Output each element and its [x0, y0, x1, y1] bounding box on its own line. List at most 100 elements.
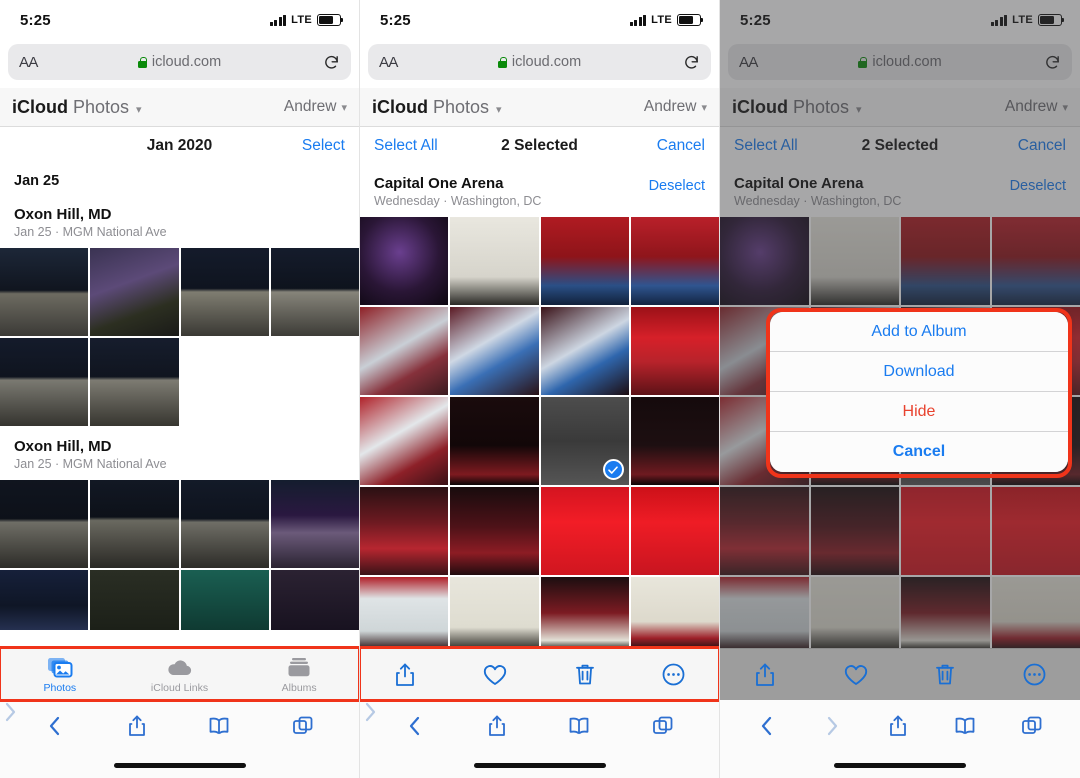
action-sheet-option-add-to-album[interactable]: Add to Album: [770, 312, 1068, 352]
heart-icon[interactable]: [482, 663, 508, 687]
more-ellipsis-icon[interactable]: [661, 662, 686, 687]
photo-thumbnail[interactable]: [450, 577, 539, 650]
cloud-icon: [166, 656, 194, 680]
section-title: Jan 25: [14, 173, 60, 189]
photo-thumbnail[interactable]: [630, 397, 719, 486]
photo-thumbnail[interactable]: [90, 570, 179, 631]
share-icon[interactable]: [888, 714, 908, 738]
section-subtitle: Jan 25 · MGM National Ave: [14, 224, 167, 239]
photo-thumbnail[interactable]: [450, 217, 539, 306]
text-size-button[interactable]: AA: [19, 54, 38, 71]
trash-icon[interactable]: [934, 662, 956, 687]
deselect-button[interactable]: Deselect: [649, 178, 705, 194]
photo-thumbnail[interactable]: [270, 480, 359, 569]
lock-icon: [497, 56, 507, 68]
url-bar[interactable]: AA icloud.com: [368, 44, 711, 80]
bookmarks-icon[interactable]: [208, 714, 230, 738]
photo-thumbnail[interactable]: [630, 487, 719, 576]
back-chevron-icon[interactable]: [405, 714, 425, 738]
tab-icloud-links[interactable]: iCloud Links: [120, 656, 240, 694]
chevron-down-icon[interactable]: ▾: [496, 103, 502, 116]
phone-panel-selected: 5:25 LTE AA icloud.com iCloud Photos ▾ A…: [360, 0, 720, 778]
reload-icon[interactable]: [323, 54, 340, 71]
photo-thumbnail[interactable]: [450, 397, 539, 486]
select-button[interactable]: Select: [302, 137, 345, 155]
photo-thumbnail[interactable]: [360, 217, 449, 306]
photo-thumbnail[interactable]: [360, 307, 449, 396]
tab-photos[interactable]: Photos: [0, 656, 120, 694]
battery-icon: [677, 14, 704, 26]
chevron-down-icon[interactable]: ▾: [136, 103, 142, 116]
photo-thumbnail[interactable]: [540, 487, 629, 576]
photo-thumbnail[interactable]: [540, 307, 629, 396]
photo-thumbnail[interactable]: [630, 577, 719, 650]
photo-thumbnail[interactable]: [0, 247, 89, 336]
app-brand[interactable]: iCloud Photos ▾: [372, 97, 502, 118]
tab-albums[interactable]: Albums: [239, 656, 359, 694]
share-icon[interactable]: [127, 714, 147, 738]
photo-thumbnail[interactable]: [630, 217, 719, 306]
photo-thumbnail[interactable]: [630, 307, 719, 396]
back-chevron-icon[interactable]: [45, 714, 65, 738]
photo-thumbnail[interactable]: [180, 570, 269, 631]
action-sheet-option-cancel[interactable]: Cancel: [770, 432, 1068, 472]
account-menu[interactable]: Andrew ▾: [644, 98, 707, 116]
photo-thumbnail[interactable]: [180, 247, 269, 336]
photo-thumbnail[interactable]: [360, 487, 449, 576]
photo-thumbnail[interactable]: [540, 577, 629, 650]
section-subtitle: Wednesday · Washington, DC: [374, 194, 542, 209]
select-all-button[interactable]: Select All: [374, 137, 438, 155]
photo-thumbnail[interactable]: [90, 247, 179, 336]
photo-thumbnail[interactable]: [90, 337, 179, 426]
phone-panel-browse: 5:25 LTE AA icloud.com iCloud Photos ▾ A…: [0, 0, 360, 778]
action-sheet-option-hide[interactable]: Hide: [770, 392, 1068, 432]
photo-thumbnail[interactable]: [450, 487, 539, 576]
home-indicator: [720, 752, 1080, 778]
cancel-button[interactable]: Cancel: [657, 137, 705, 155]
app-brand[interactable]: iCloud Photos ▾: [12, 97, 142, 118]
trash-icon[interactable]: [574, 662, 596, 687]
section-subtitle: Jan 25 · MGM National Ave: [14, 457, 167, 472]
more-ellipsis-icon[interactable]: [1022, 662, 1047, 687]
share-icon[interactable]: [487, 714, 507, 738]
tabs-icon[interactable]: [1021, 714, 1043, 738]
albums-icon: [287, 656, 311, 680]
back-chevron-icon[interactable]: [757, 714, 777, 738]
photo-thumbnail[interactable]: [90, 480, 179, 569]
photo-thumbnail[interactable]: [0, 570, 89, 631]
url-text: icloud.com: [511, 54, 582, 70]
account-name: Andrew: [643, 98, 697, 115]
url-bar[interactable]: AA icloud.com: [8, 44, 351, 80]
brand-icloud: iCloud: [372, 96, 428, 117]
forward-chevron-icon[interactable]: [822, 714, 842, 738]
action-sheet: Add to Album Download Hide Cancel: [770, 312, 1068, 472]
bookmarks-icon[interactable]: [954, 714, 976, 738]
chevron-down-icon: ▾: [701, 101, 707, 114]
photo-thumbnail[interactable]: [0, 480, 89, 569]
tabs-icon[interactable]: [652, 714, 674, 738]
tabs-icon[interactable]: [292, 714, 314, 738]
photo-thumbnail[interactable]: [540, 217, 629, 306]
cellular-bars-icon: [629, 14, 647, 26]
photo-thumbnail[interactable]: [450, 307, 539, 396]
photo-thumbnail[interactable]: [0, 337, 89, 426]
brand-icloud: iCloud: [12, 96, 68, 117]
safari-bottom-bar: [720, 700, 1080, 778]
reload-icon[interactable]: [683, 54, 700, 71]
home-indicator: [360, 752, 719, 778]
photo-thumbnail selected[interactable]: [540, 397, 629, 486]
action-sheet-option-download[interactable]: Download: [770, 352, 1068, 392]
bookmarks-icon[interactable]: [568, 714, 590, 738]
photo-thumbnail[interactable]: [360, 577, 449, 650]
photo-thumbnail[interactable]: [180, 480, 269, 569]
app-header: iCloud Photos ▾ Andrew ▾: [360, 88, 719, 127]
photo-thumbnail[interactable]: [270, 570, 359, 631]
photo-thumbnail[interactable]: [360, 397, 449, 486]
status-time: 5:25: [20, 11, 51, 29]
account-menu[interactable]: Andrew ▾: [284, 98, 347, 116]
text-size-button[interactable]: AA: [379, 54, 398, 71]
photo-thumbnail[interactable]: [270, 247, 359, 336]
heart-icon[interactable]: [843, 663, 869, 687]
share-icon[interactable]: [753, 662, 777, 688]
share-icon[interactable]: [393, 662, 417, 688]
